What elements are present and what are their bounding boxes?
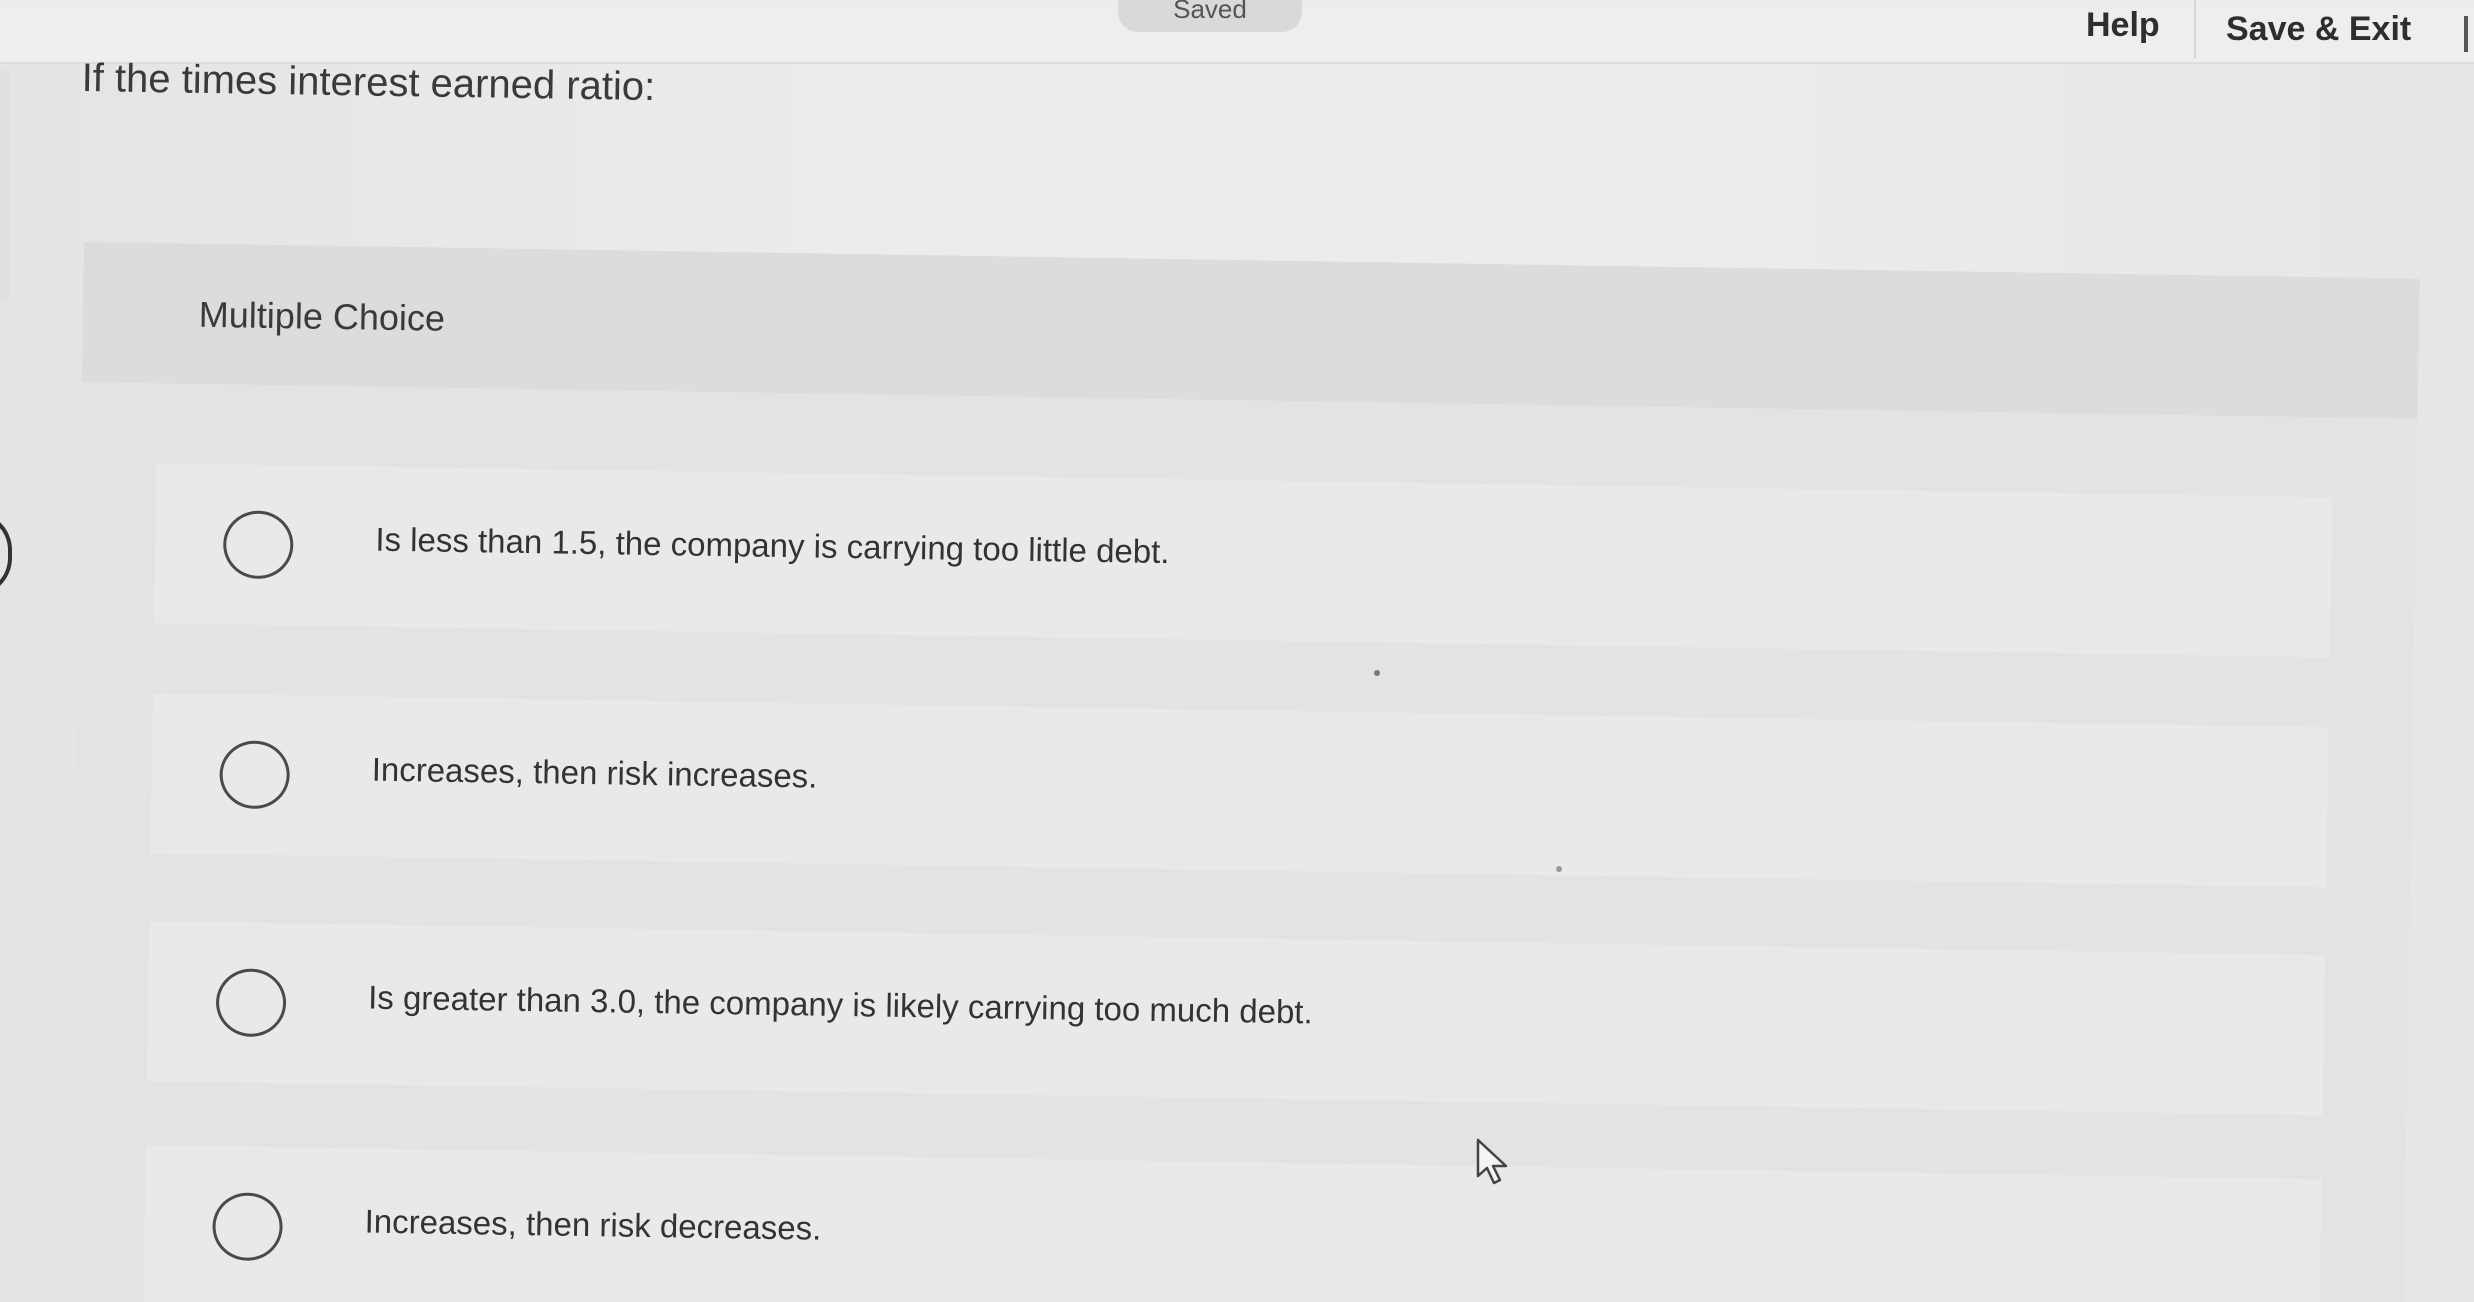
screen-speck [1374,670,1380,676]
mouse-pointer-icon [1476,1138,1508,1185]
radio-unchecked-icon[interactable] [219,740,291,810]
answer-option-label[interactable]: Is less than 1.5, the company is carryin… [375,521,1170,571]
save-exit-button[interactable]: Save & Exit [2226,10,2411,49]
question-prompt: If the times interest earned ratio: [81,56,656,110]
top-bar: Saved Help Save & Exit [0,0,2474,64]
topbar-divider [2194,0,2196,58]
multiple-choice-header: Multiple Choice [81,242,2420,419]
answer-option-label[interactable]: Increases, then risk decreases. [364,1203,821,1248]
screen-speck [1556,866,1562,872]
saved-status-tab: Saved [1118,0,1302,32]
multiple-choice-card: Multiple Choice Is less than 1.5, the co… [67,242,2420,1302]
answer-option-label[interactable]: Is greater than 3.0, the company is like… [368,979,1313,1032]
left-panel-edge [0,70,10,300]
radio-unchecked-icon[interactable] [215,968,287,1038]
multiple-choice-title: Multiple Choice [198,293,446,339]
answer-option[interactable]: Is greater than 3.0, the company is like… [146,921,2326,1116]
left-collapse-handle[interactable] [0,512,12,596]
answer-option[interactable]: Increases, then risk decreases. [143,1145,2322,1302]
answer-option[interactable]: Increases, then risk increases. [150,693,2329,888]
radio-unchecked-icon[interactable] [222,510,294,580]
radio-unchecked-icon[interactable] [212,1192,284,1262]
topbar-edge-mark [2464,16,2468,52]
help-button[interactable]: Help [2086,6,2160,45]
answer-option[interactable]: Is less than 1.5, the company is carryin… [154,463,2333,658]
answer-option-label[interactable]: Increases, then risk increases. [371,751,817,796]
page: Saved Help Save & Exit If the times inte… [0,0,2474,1302]
